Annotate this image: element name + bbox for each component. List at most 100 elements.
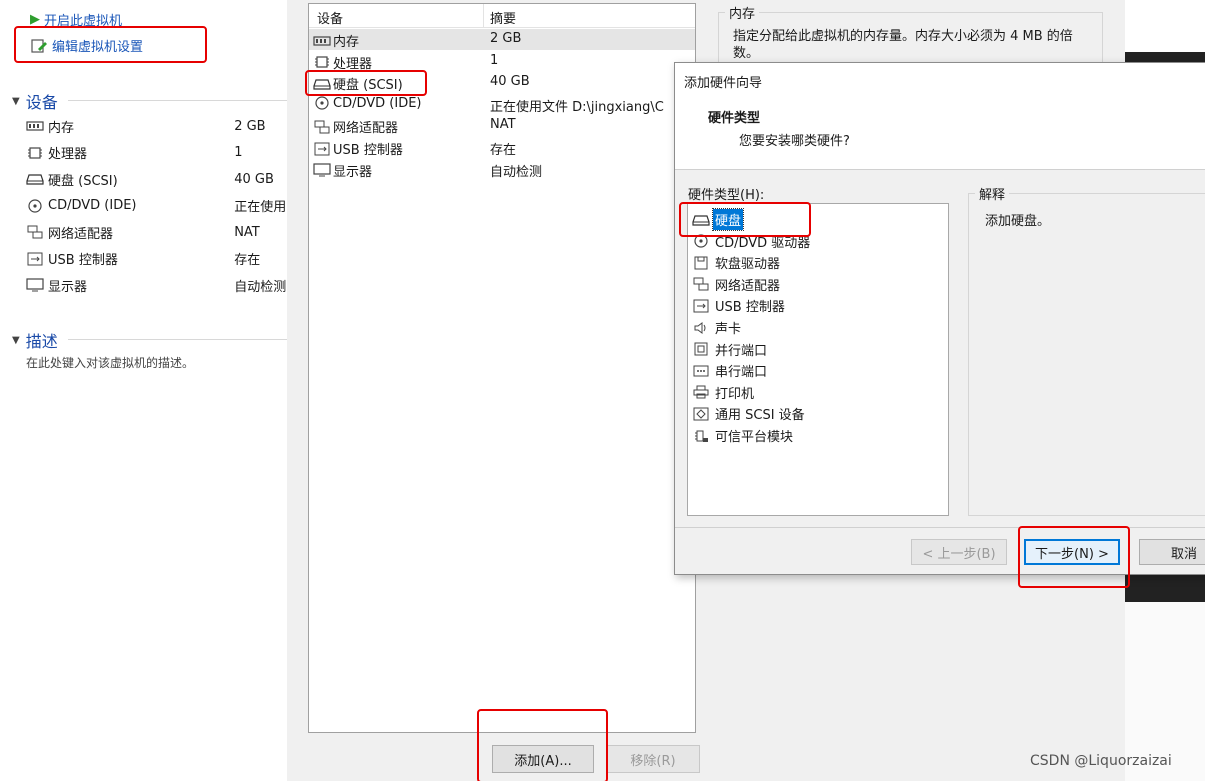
display-icon: [26, 278, 44, 292]
back-button[interactable]: < 上一步(B): [911, 539, 1007, 565]
harddisk-icon: [313, 77, 331, 91]
hardware-type-label: CD/DVD 驱动器: [715, 235, 811, 251]
device-name: 显示器: [313, 161, 372, 180]
device-row[interactable]: 显示器 自动检测: [26, 272, 286, 298]
hardware-type-item[interactable]: 网络适配器: [692, 274, 782, 295]
device-name: 内存: [26, 117, 234, 136]
explanation-group-box: [968, 193, 1205, 516]
device-row[interactable]: USB 控制器 存在: [26, 246, 286, 272]
device-summary: 2 GB: [490, 31, 522, 46]
hardware-type-list[interactable]: 硬盘 CD/DVD 驱动器 软盘驱动器网络适配器 USB 控制器 声卡 并行端口 串行端口打…: [687, 203, 949, 516]
device-name-label: 网络适配器: [48, 226, 114, 242]
memory-group-title: 内存: [725, 3, 760, 22]
add-hardware-wizard: 添加硬件向导 硬件类型 您要安装哪类硬件? 硬件类型(H): 硬盘 CD/DVD …: [674, 62, 1205, 575]
description-placeholder[interactable]: 在此处键入对该虚拟机的描述。: [26, 354, 194, 371]
hardware-type-label: 通用 SCSI 设备: [715, 408, 805, 424]
device-name: 处理器: [26, 143, 234, 162]
col-summary-header[interactable]: 摘要: [490, 8, 516, 27]
hardware-type-item[interactable]: 打印机: [692, 382, 756, 403]
cd-dvd-icon: [313, 96, 331, 110]
display-icon: [313, 163, 331, 177]
start-vm-link[interactable]: ▶ 开启此虚拟机: [30, 10, 122, 29]
device-list-row[interactable]: 网络适配器 NAT: [309, 115, 695, 136]
memory-description: 指定分配给此虚拟机的内存量。内存大小必须为 4 MB 的倍数。: [733, 29, 1073, 61]
device-row[interactable]: 处理器 1: [26, 140, 286, 166]
device-list-row[interactable]: CD/DVD (IDE) 正在使用文件 D:\jingxiang\C: [309, 94, 695, 115]
device-summary: 自动检测: [490, 164, 543, 180]
device-row[interactable]: 网络适配器 NAT: [26, 219, 286, 245]
device-list-row[interactable]: 处理器 1: [309, 51, 695, 72]
device-name: 网络适配器: [313, 117, 398, 136]
usb-controller-icon: [313, 142, 331, 156]
device-row[interactable]: 硬盘 (SCSI) 40 GB: [26, 166, 286, 192]
network-adapter-icon: [313, 120, 331, 134]
device-list-row[interactable]: 显示器 自动检测: [309, 159, 695, 180]
wizard-title: 添加硬件向导: [675, 63, 1205, 95]
device-value: 2 GB: [234, 118, 266, 134]
device-name: 网络适配器: [26, 223, 234, 242]
hardware-type-item[interactable]: 串行端口: [692, 360, 769, 381]
device-value: 1: [234, 145, 243, 160]
hardware-type-label: 软盘驱动器: [715, 257, 781, 273]
device-value: 存在: [234, 253, 261, 268]
device-name-label: 处理器: [48, 147, 88, 162]
device-name-label: CD/DVD (IDE): [48, 198, 137, 213]
vm-summary-panel: ▶ 开启此虚拟机 编辑虚拟机设置 ▼ 设备 内存 2 GB 处理器 1 硬盘 (SCSI…: [0, 0, 287, 781]
hardware-type-label: 网络适配器: [715, 278, 781, 294]
network-adapter-icon: [692, 277, 710, 291]
sound-card-icon: [692, 321, 710, 335]
devices-section-toggle[interactable]: ▼ 设备: [12, 89, 58, 113]
edit-vm-settings-link[interactable]: 编辑虚拟机设置: [30, 36, 143, 55]
device-name: 显示器: [26, 276, 234, 295]
device-name-label: 硬盘 (SCSI): [333, 78, 403, 94]
description-heading: 描述: [25, 332, 58, 351]
add-hardware-button[interactable]: 添加(A)...: [492, 745, 594, 773]
remove-hardware-button[interactable]: 移除(R): [606, 745, 700, 773]
explanation-label: 解释: [975, 184, 1010, 203]
next-button[interactable]: 下一步(N) >: [1024, 539, 1120, 565]
harddisk-icon: [692, 213, 710, 227]
device-name-label: 显示器: [333, 164, 373, 180]
device-name-label: 处理器: [333, 56, 373, 72]
device-summary: 正在使用文件 D:\jingxiang\C: [490, 99, 664, 115]
edit-settings-label: 编辑虚拟机设置: [52, 40, 144, 55]
description-section-toggle[interactable]: ▼ 描述: [12, 328, 58, 352]
cd-dvd-icon: [692, 234, 710, 248]
device-list-header: 设备 摘要: [309, 4, 695, 28]
hardware-type-item[interactable]: 硬盘: [692, 208, 745, 231]
device-list-row[interactable]: 内存 2 GB: [309, 29, 695, 50]
device-list-row[interactable]: USB 控制器 存在: [309, 137, 695, 158]
wizard-separator: [675, 527, 1205, 528]
hardware-type-label: 可信平台模块: [715, 430, 794, 445]
hardware-type-item[interactable]: USB 控制器: [692, 295, 787, 316]
hardware-type-label: USB 控制器: [715, 300, 785, 316]
device-value: 自动检测: [234, 279, 286, 295]
device-value: 正在使用: [234, 200, 286, 215]
device-name: CD/DVD (IDE): [26, 198, 234, 213]
device-summary: 存在: [490, 143, 517, 158]
usb-controller-icon: [26, 252, 44, 266]
hardware-type-item[interactable]: 软盘驱动器: [692, 252, 782, 273]
device-name-label: CD/DVD (IDE): [333, 95, 422, 111]
hardware-type-item[interactable]: 可信平台模块: [692, 425, 795, 446]
device-row[interactable]: CD/DVD (IDE) 正在使用: [26, 193, 286, 219]
device-row[interactable]: 内存 2 GB: [26, 113, 286, 139]
device-list-row[interactable]: 硬盘 (SCSI) 40 GB: [309, 72, 695, 93]
hardware-types-label: 硬件类型(H):: [688, 188, 765, 203]
cancel-button[interactable]: 取消: [1139, 539, 1205, 565]
device-summary: 40 GB: [490, 74, 530, 90]
processor-icon: [313, 55, 331, 69]
hardware-type-item[interactable]: CD/DVD 驱动器: [692, 231, 812, 252]
section-divider: [68, 100, 287, 101]
hardware-type-item[interactable]: 并行端口: [692, 339, 769, 360]
hardware-type-item[interactable]: 通用 SCSI 设备: [692, 403, 807, 424]
tpm-icon: [692, 429, 710, 443]
device-list[interactable]: 设备 摘要 内存 2 GB 处理器 1 硬盘 (SCSI) 40 GB CD/DVD (ID…: [308, 3, 696, 733]
wizard-subheading: 您要安装哪类硬件?: [739, 134, 850, 149]
device-name-label: 内存: [333, 35, 360, 50]
device-name: 内存: [313, 31, 359, 50]
device-name: 硬盘 (SCSI): [26, 170, 234, 189]
col-device-header[interactable]: 设备: [317, 8, 343, 27]
hardware-type-item[interactable]: 声卡: [692, 317, 743, 338]
device-name-label: USB 控制器: [48, 253, 118, 268]
